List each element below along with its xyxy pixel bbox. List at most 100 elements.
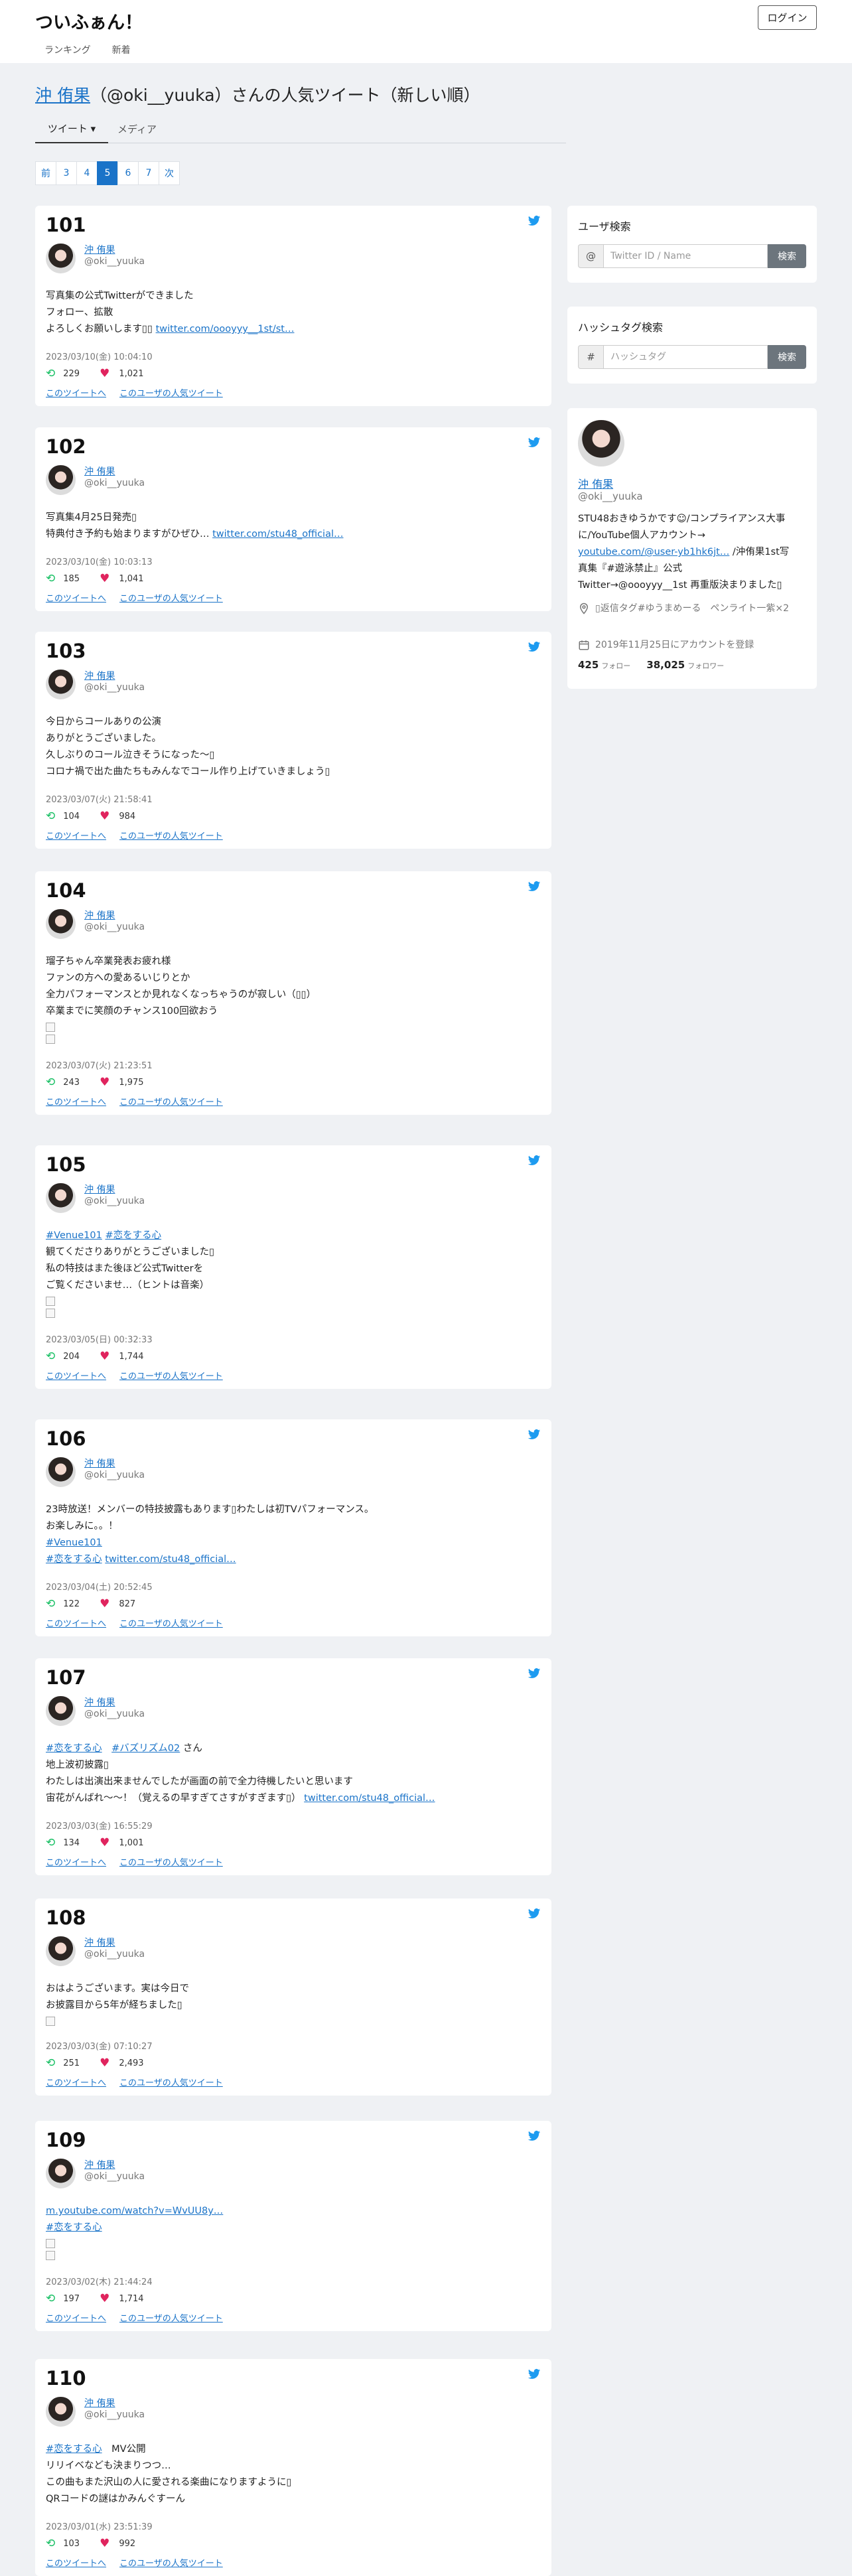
url-link[interactable]: twitter.com/stu48_official… (304, 1793, 435, 1804)
tweet-stats: ⟲ 204 ♥ 1,744 (46, 1350, 144, 1363)
page-title-text: （@oki__yuuka）さんの人気ツイート（新しい順） (90, 86, 480, 105)
user-name-link[interactable]: 沖 侑果 (84, 2158, 115, 2171)
broken-image-icon[interactable] (46, 2251, 55, 2260)
page-link[interactable]: 7 (138, 161, 159, 185)
user-name-link[interactable]: 沖 侑果 (84, 908, 115, 922)
this-tweet-link[interactable]: このツイートへ (46, 1372, 106, 1382)
hashtag-link[interactable]: #恋をする心 (46, 2444, 102, 2455)
profile-name[interactable]: 沖 侑果 (578, 475, 613, 491)
hashtag-link[interactable]: #Venue101 (46, 1230, 102, 1241)
user-popular-link[interactable]: このユーザの人気ツイート (119, 1858, 223, 1868)
url-link[interactable]: m.youtube.com/watch?v=WvUU8y… (46, 2206, 223, 2216)
avatar[interactable] (46, 1936, 76, 1966)
avatar[interactable] (46, 909, 76, 939)
tweet-rank: 107 (46, 1666, 86, 1689)
user-popular-link[interactable]: このユーザの人気ツイート (119, 2314, 223, 2324)
avatar[interactable] (46, 1183, 76, 1213)
twitter-bird-icon[interactable] (528, 640, 541, 654)
broken-image-icon[interactable] (46, 2239, 55, 2248)
profile-avatar[interactable] (578, 420, 624, 466)
user-popular-link[interactable]: このユーザの人気ツイート (119, 389, 223, 399)
url-link[interactable]: twitter.com/oooyyy__1st/st… (156, 324, 295, 334)
broken-image-icon[interactable] (46, 1309, 55, 1318)
twitter-bird-icon[interactable] (528, 1428, 541, 1441)
user-name-link[interactable]: 沖 侑果 (84, 1936, 115, 1949)
page-link[interactable]: 次 (159, 161, 180, 185)
avatar[interactable] (46, 244, 76, 273)
page-link[interactable]: 6 (117, 161, 139, 185)
hashtag-link[interactable]: #恋をする心 (46, 1554, 102, 1565)
this-tweet-link[interactable]: このツイートへ (46, 831, 106, 841)
twitter-bird-icon[interactable] (528, 2129, 541, 2143)
user-popular-link[interactable]: このユーザの人気ツイート (119, 1372, 223, 1382)
twitter-bird-icon[interactable] (528, 214, 541, 228)
tab-media[interactable]: メディア (117, 114, 157, 143)
page-link[interactable]: 3 (56, 161, 77, 185)
user-search-button[interactable]: 検索 (768, 244, 806, 268)
user-popular-link[interactable]: このユーザの人気ツイート (119, 2559, 223, 2569)
user-name-link[interactable]: 沖 侑果 (84, 465, 115, 478)
broken-image-icon[interactable] (46, 1297, 55, 1306)
page-link[interactable]: 前 (35, 161, 56, 185)
user-name-link[interactable]: 沖 侑果 (84, 2396, 115, 2409)
tab-tweets[interactable]: ツイート ▾ (35, 114, 108, 143)
this-tweet-link[interactable]: このツイートへ (46, 1098, 106, 1108)
user-search-input[interactable] (603, 244, 768, 268)
user-popular-link[interactable]: このユーザの人気ツイート (119, 594, 223, 604)
hashtag-search-button[interactable]: 検索 (768, 345, 806, 369)
hashtag-link[interactable]: #Venue101 (46, 1538, 102, 1548)
user-popular-link[interactable]: このユーザの人気ツイート (119, 1619, 223, 1629)
url-link[interactable]: youtube.com/@user-yb1hk6jt… (578, 547, 729, 557)
avatar[interactable] (46, 1696, 76, 1726)
hashtag-link[interactable]: #恋をする心 (105, 1230, 161, 1241)
broken-image-icon[interactable] (46, 2017, 55, 2026)
user-popular-link[interactable]: このユーザの人気ツイート (119, 831, 223, 841)
avatar[interactable] (46, 465, 76, 495)
page-title-user-link[interactable]: 沖 侑果 (35, 86, 90, 105)
twitter-bird-icon[interactable] (528, 2368, 541, 2381)
hashtag-link[interactable]: #恋をする心 (46, 1743, 102, 1754)
avatar[interactable] (46, 2397, 76, 2427)
this-tweet-link[interactable]: このツイートへ (46, 389, 106, 399)
hashtag-link[interactable]: #バズリズム02 (111, 1743, 180, 1754)
tweet-timestamp: 2023/03/07(火) 21:23:51 (46, 1061, 153, 1071)
retweet-icon: ⟲ (46, 367, 56, 380)
nav-ranking[interactable]: ランキング (44, 45, 91, 56)
user-name-link[interactable]: 沖 侑果 (84, 243, 115, 256)
tweet-card: 110 沖 侑果 @oki__yuuka #恋をする心 MV公開 リリイベなども決まりつ… (35, 2359, 551, 2576)
location-pin-icon (579, 603, 589, 614)
avatar[interactable] (46, 670, 76, 699)
user-popular-link[interactable]: このユーザの人気ツイート (119, 2078, 223, 2088)
user-popular-link[interactable]: このユーザの人気ツイート (119, 1098, 223, 1108)
profile-location-text: ▯返信タグ#ゆうまめーる ペンライト一紫×2 (595, 603, 790, 614)
user-name-link[interactable]: 沖 侑果 (84, 1695, 115, 1709)
twitter-bird-icon[interactable] (528, 1667, 541, 1680)
url-link[interactable]: twitter.com/stu48_official… (212, 529, 343, 539)
site-logo[interactable]: ついふぁん！ (35, 8, 143, 34)
twitter-bird-icon[interactable] (528, 1907, 541, 1920)
twitter-bird-icon[interactable] (528, 1154, 541, 1167)
user-name-link[interactable]: 沖 侑果 (84, 669, 115, 682)
this-tweet-link[interactable]: このツイートへ (46, 2314, 106, 2324)
this-tweet-link[interactable]: このツイートへ (46, 1619, 106, 1629)
twitter-bird-icon[interactable] (528, 436, 541, 449)
url-link[interactable]: twitter.com/stu48_official… (105, 1554, 236, 1565)
broken-image-icon[interactable] (46, 1035, 55, 1044)
page-link[interactable]: 4 (76, 161, 98, 185)
hashtag-link[interactable]: #恋をする心 (46, 2222, 102, 2233)
this-tweet-link[interactable]: このツイートへ (46, 594, 106, 604)
this-tweet-link[interactable]: このツイートへ (46, 2078, 106, 2088)
hashtag-search-input[interactable] (603, 345, 768, 369)
login-button[interactable]: ログイン (758, 5, 817, 30)
this-tweet-link[interactable]: このツイートへ (46, 2559, 106, 2569)
this-tweet-link[interactable]: このツイートへ (46, 1858, 106, 1868)
nav-new[interactable]: 新着 (112, 45, 131, 56)
avatar[interactable] (46, 2159, 76, 2188)
avatar[interactable] (46, 1457, 76, 1487)
user-name-link[interactable]: 沖 侑果 (84, 1457, 115, 1470)
broken-image-icon[interactable] (46, 1023, 55, 1032)
like-count: 1,001 (119, 1837, 144, 1848)
user-name-link[interactable]: 沖 侑果 (84, 1182, 115, 1196)
page-link[interactable]: 5 (97, 161, 118, 185)
twitter-bird-icon[interactable] (528, 880, 541, 893)
